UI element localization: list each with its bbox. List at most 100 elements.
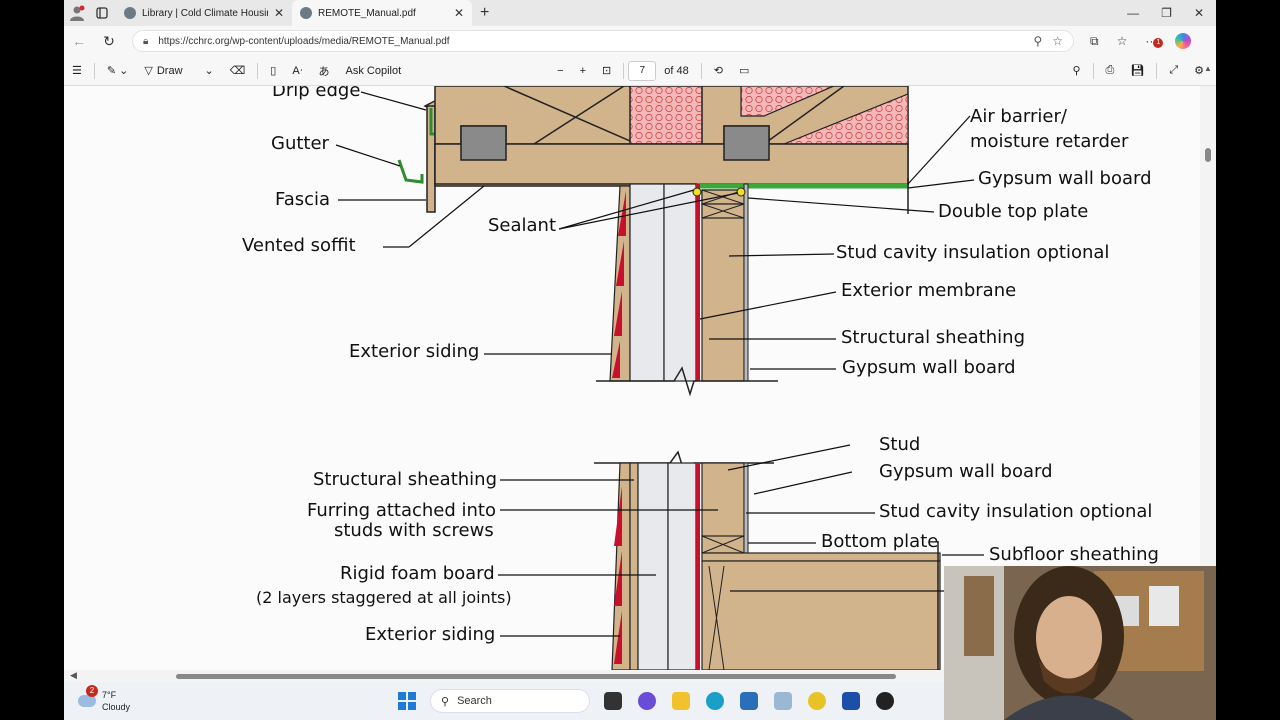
page-number-input[interactable]: 7 <box>628 60 657 81</box>
task-view-icon[interactable] <box>604 692 622 710</box>
label-fascia: Fascia <box>275 189 331 210</box>
label-bottom-plate: Bottom plate <box>821 531 939 552</box>
search-icon[interactable]: ⚲ <box>1064 64 1088 77</box>
contents-icon[interactable]: ☰ <box>64 64 90 77</box>
horizontal-scrollbar[interactable]: ◀ <box>64 670 944 682</box>
label-structural-sheathing: Structural sheathing <box>841 327 1025 348</box>
label-air-barrier-2: moisture retarder <box>970 131 1129 152</box>
scroll-thumb[interactable] <box>176 674 896 679</box>
taskbar-search[interactable]: ⚲ Search <box>430 689 590 713</box>
gutter <box>397 159 424 184</box>
label-stud-cavity-lower: Stud cavity insulation optional <box>879 501 1153 522</box>
search-icon: ⚲ <box>441 695 450 708</box>
page-total: of 48 <box>664 64 689 77</box>
tab-remote-manual[interactable]: REMOTE_Manual.pdf ✕ <box>292 0 472 26</box>
tab-library[interactable]: Library | Cold Climate Housing Re ✕ <box>116 0 292 26</box>
zoom-out-icon[interactable]: − <box>549 65 571 77</box>
new-tab-icon[interactable]: + <box>472 4 497 22</box>
start-button-icon[interactable] <box>398 692 416 710</box>
label-stud-cavity: Stud cavity insulation optional <box>836 242 1110 263</box>
fit-page-icon[interactable]: ⊡ <box>594 64 619 77</box>
globe-icon <box>124 7 136 19</box>
eraser-icon[interactable]: ⌫ <box>222 64 254 77</box>
presenter-video <box>944 566 1216 720</box>
label-furring-1: Furring attached into <box>307 500 496 521</box>
chat-icon[interactable] <box>638 692 656 710</box>
favorite-star-icon[interactable]: ☆ <box>1052 34 1063 48</box>
label-gypsum-wall-board-lower: Gypsum wall board <box>879 461 1053 482</box>
url-field[interactable]: 🔒︎ https://cchrc.org/wp-content/uploads/… <box>132 30 1074 52</box>
tab-actions-icon[interactable] <box>90 0 116 26</box>
text-box-icon[interactable]: ▯ <box>262 64 284 77</box>
rim-joist <box>701 560 941 670</box>
fullscreen-icon[interactable]: ⤢ <box>1161 64 1186 77</box>
tab-bar: Library | Cold Climate Housing Re ✕ REMO… <box>64 0 1216 26</box>
app-icon[interactable] <box>808 692 826 710</box>
attic-insulation <box>629 86 703 145</box>
subfloor-sheathing <box>701 552 941 562</box>
photos-icon[interactable] <box>774 692 792 710</box>
divider <box>700 62 702 79</box>
rotate-icon[interactable]: ⟲ <box>706 64 731 77</box>
taskbar-apps <box>604 692 894 710</box>
translate-icon[interactable]: あ <box>311 63 338 79</box>
url-text: https://cchrc.org/wp-content/uploads/med… <box>158 35 450 47</box>
edge-browser-icon[interactable] <box>706 692 724 710</box>
close-tab-icon[interactable]: ✕ <box>454 6 464 20</box>
lock-icon[interactable]: 🔒︎ <box>143 36 148 47</box>
refresh-icon[interactable]: ↻ <box>94 33 124 50</box>
revit-icon[interactable] <box>842 692 860 710</box>
label-subfloor-sheathing: Subfloor sheathing <box>989 544 1159 565</box>
weather-desc: Cloudy <box>102 702 131 712</box>
weather-temp: 7°F <box>102 690 117 700</box>
zoom-icon[interactable]: ⚲ <box>1033 34 1042 48</box>
label-exterior-siding: Exterior siding <box>349 341 480 362</box>
left-letterbox <box>0 0 64 720</box>
browser-toolbar-icons: ⧉ ☆ ··· 1 <box>1074 33 1192 49</box>
close-tab-icon[interactable]: ✕ <box>274 6 284 20</box>
label-stud: Stud <box>879 434 921 455</box>
scroll-up-icon[interactable]: ▲ <box>1204 64 1212 73</box>
right-letterbox <box>1216 0 1280 720</box>
label-sealant: Sealant <box>488 215 557 236</box>
scroll-thumb[interactable] <box>1205 148 1211 162</box>
restore-icon[interactable]: ❐ <box>1161 6 1172 20</box>
exterior-membrane <box>696 184 700 381</box>
webcam-overlay <box>944 566 1216 720</box>
label-furring-2: studs with screws <box>334 520 494 541</box>
weather-badge: 2 <box>86 685 98 697</box>
close-window-icon[interactable]: ✕ <box>1194 6 1204 20</box>
globe-icon <box>300 7 312 19</box>
label-vented-soffit: Vented soffit <box>242 235 356 256</box>
save-icon[interactable]: 💾︎ <box>1122 64 1152 77</box>
label-gypsum-wall-board: Gypsum wall board <box>842 357 1016 378</box>
zoom-in-icon[interactable]: + <box>572 65 594 77</box>
scroll-left-icon[interactable]: ◀ <box>70 670 77 681</box>
pen-icon: ▽ <box>144 65 153 77</box>
obs-icon[interactable] <box>876 692 894 710</box>
label-exterior-membrane: Exterior membrane <box>841 280 1017 301</box>
stud <box>701 189 745 382</box>
read-aloud-icon[interactable]: Aᐧ <box>284 64 310 77</box>
ask-copilot-button[interactable]: Ask Copilot <box>338 65 410 77</box>
notification-badge: 1 <box>1153 38 1164 48</box>
more-menu-icon[interactable]: ··· 1 <box>1145 34 1164 48</box>
favorites-icon[interactable]: ☆ <box>1117 34 1128 48</box>
file-explorer-icon[interactable] <box>672 692 690 710</box>
rigid-foam-lower <box>637 462 669 670</box>
copilot-icon[interactable] <box>1175 33 1192 49</box>
print-icon[interactable]: ⎙ <box>1098 64 1123 77</box>
extensions-icon[interactable]: ⧉ <box>1090 34 1099 49</box>
profile-icon[interactable] <box>64 0 90 26</box>
minimize-icon[interactable]: — <box>1127 6 1139 20</box>
back-icon[interactable]: ← <box>64 33 94 49</box>
address-bar: ← ↻ 🔒︎ https://cchrc.org/wp-content/uplo… <box>64 26 1216 56</box>
divider <box>1092 62 1094 79</box>
store-icon[interactable] <box>740 692 758 710</box>
highlight-icon[interactable]: ✎ ⌄ <box>99 64 137 77</box>
weather-widget[interactable]: 2 7°F Cloudy <box>64 685 384 713</box>
pdf-toolbar: ☰ ✎ ⌄ ▽ Draw ⌄ ⌫ ▯ Aᐧ あ Ask Copilot − + ⊡ … <box>64 56 1216 86</box>
furring-strip <box>629 462 639 670</box>
draw-button[interactable]: ▽ Draw ⌄ <box>136 64 221 78</box>
page-view-icon[interactable]: ▭ <box>731 64 757 77</box>
